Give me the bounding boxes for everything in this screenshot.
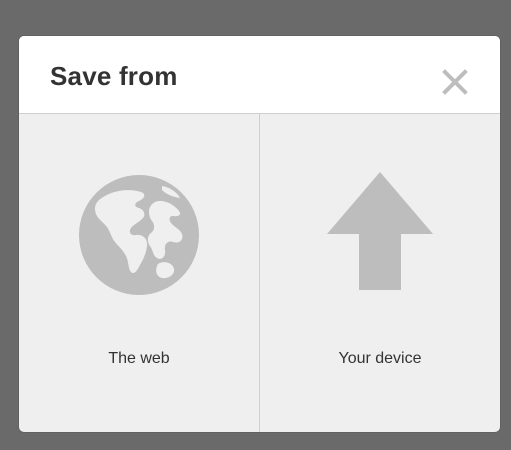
save-from-web-label: The web bbox=[108, 350, 170, 367]
save-from-device-option[interactable]: Your device bbox=[260, 114, 500, 432]
save-from-device-label: Your device bbox=[338, 350, 422, 367]
dialog-header: Save from bbox=[19, 36, 500, 114]
upload-arrow-icon bbox=[325, 172, 435, 297]
save-from-dialog: Save from The web Your device bbox=[19, 36, 500, 432]
save-source-options: The web Your device bbox=[19, 114, 500, 432]
close-button[interactable] bbox=[436, 63, 474, 101]
close-icon bbox=[442, 69, 468, 95]
save-from-web-option[interactable]: The web bbox=[19, 114, 259, 432]
globe-icon bbox=[76, 172, 202, 303]
dialog-title: Save from bbox=[50, 61, 178, 91]
